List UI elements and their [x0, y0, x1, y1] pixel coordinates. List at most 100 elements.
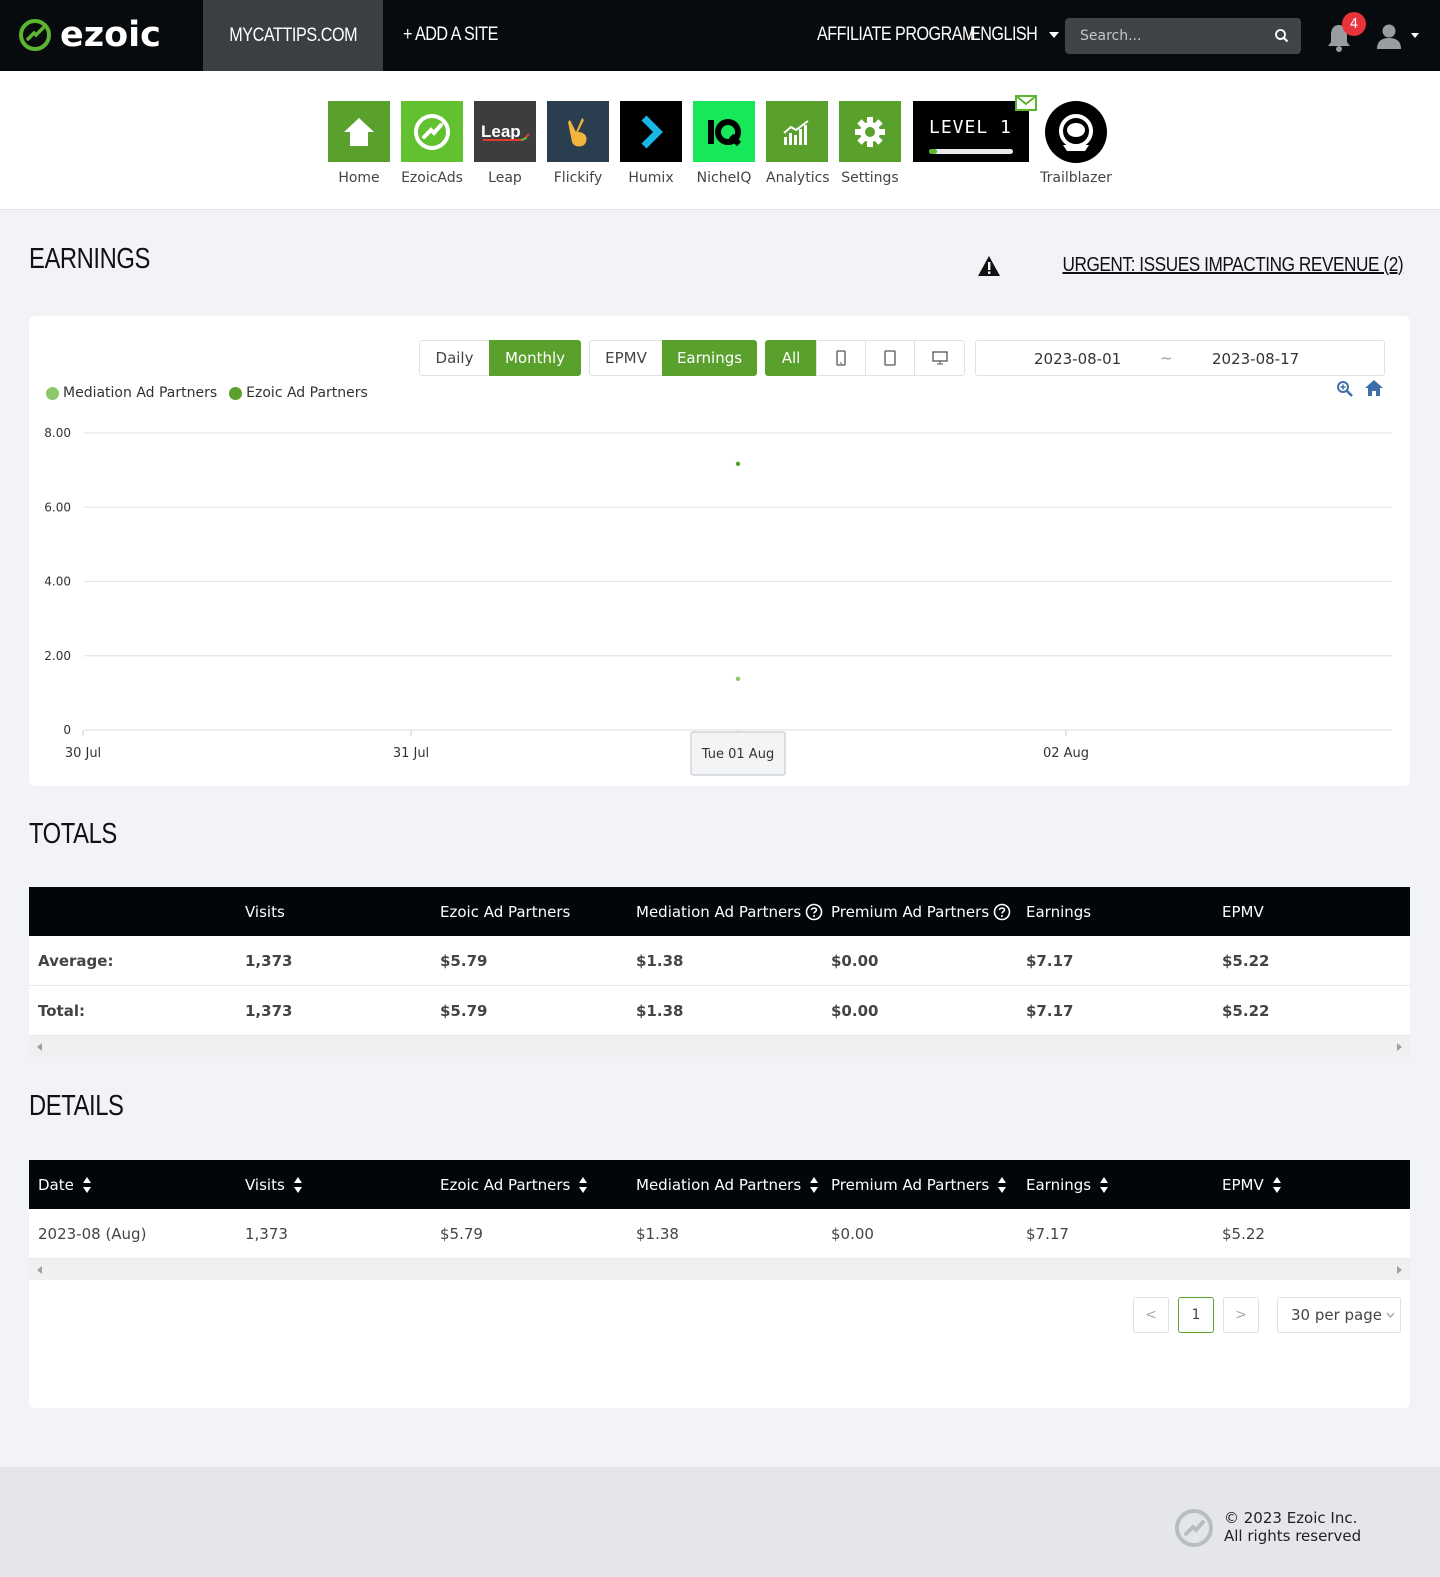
period-toggle: Daily Monthly — [419, 340, 581, 376]
language-label: ENGLISH — [970, 24, 1038, 45]
desktop-icon — [931, 351, 948, 365]
analytics-icon — [783, 119, 809, 145]
scroll-left-arrow-icon[interactable] — [37, 1043, 42, 1051]
table-row: Total: 1,373 $5.79 $1.38 $0.00 $7.17 $5.… — [29, 986, 1410, 1036]
data-point-ezoic-ad-partners[interactable] — [735, 461, 741, 467]
reset-zoom-home-icon[interactable] — [1364, 379, 1384, 397]
trailblazer-badge[interactable] — [1045, 101, 1107, 163]
sort-visits[interactable]: Visits — [245, 1176, 303, 1194]
device-toggle: All — [765, 340, 965, 376]
user-avatar-icon[interactable] — [1376, 22, 1402, 50]
app-label-leap: Leap — [488, 170, 522, 186]
previous-page-button[interactable]: < — [1133, 1297, 1169, 1333]
language-selector[interactable]: ENGLISH — [970, 24, 1060, 46]
sort-earnings[interactable]: Earnings — [1026, 1176, 1109, 1194]
x-tick-label: 30 Jul — [65, 746, 101, 761]
sort-date[interactable]: Date — [38, 1176, 92, 1194]
warning-icon — [977, 255, 1000, 276]
totals-average-mediation: $1.38 — [636, 951, 684, 970]
help-icon[interactable] — [805, 903, 823, 921]
x-axis-tooltip: Tue 01 Aug — [690, 731, 786, 776]
epmv-button[interactable]: EPMV — [589, 340, 663, 376]
leap-app-tile: Leap — [474, 101, 536, 162]
urgent-issues-link[interactable]: URGENT: ISSUES IMPACTING REVENUE (2) — [977, 254, 1403, 277]
data-point-mediation-ad-partners[interactable] — [735, 676, 741, 681]
earnings-button[interactable]: Earnings — [662, 340, 757, 376]
level-text: LEVEL 1 — [929, 117, 1012, 138]
site-tab-label: MYCATTIPS.COM — [229, 24, 357, 46]
legend-label-mediation: Mediation Ad Partners — [63, 385, 218, 401]
site-selector-tab[interactable]: MYCATTIPS.COM — [203, 0, 383, 71]
home-app-tile — [328, 101, 390, 162]
totals-table-header: Visits Ezoic Ad Partners Mediation Ad Pa… — [29, 887, 1410, 936]
search-input[interactable] — [1065, 18, 1265, 54]
details-row-date: 2023-08 (Aug) — [38, 1224, 147, 1243]
desktop-button[interactable] — [914, 340, 965, 376]
gear-icon — [855, 116, 885, 147]
page-1-button[interactable]: 1 — [1178, 1297, 1214, 1333]
add-site-link[interactable]: + ADD A SITE — [403, 24, 515, 46]
details-table-header: Date Visits Ezoic Ad Partners Mediation … — [29, 1160, 1410, 1209]
daily-button[interactable]: Daily — [419, 340, 490, 376]
app-leap[interactable]: Leap Leap — [474, 101, 536, 186]
search-icon[interactable] — [1273, 27, 1291, 45]
sort-mediation[interactable]: Mediation Ad Partners — [636, 1176, 819, 1194]
level-badge[interactable]: LEVEL 1 — [913, 101, 1029, 162]
app-ezoicads[interactable]: EzoicAds — [401, 101, 463, 186]
tablet-button[interactable] — [865, 340, 915, 376]
sort-ezoic[interactable]: Ezoic Ad Partners — [440, 1176, 588, 1194]
y-tick-label: 0 — [63, 723, 71, 737]
totals-average-ezoic: $5.79 — [440, 951, 488, 970]
flickify-app-tile — [547, 101, 609, 162]
date-range-picker[interactable]: 2023-08-01 ~ 2023-08-17 — [975, 340, 1385, 376]
all-devices-button[interactable]: All — [765, 340, 817, 376]
zoom-icon[interactable] — [1336, 380, 1354, 398]
app-flickify[interactable]: Flickify — [547, 101, 609, 186]
app-label-home: Home — [338, 170, 380, 186]
monthly-button[interactable]: Monthly — [489, 340, 581, 376]
ezoic-logo[interactable]: ezoic — [18, 16, 161, 54]
user-menu-chevron-icon[interactable] — [1411, 33, 1419, 38]
legend-item-mediation[interactable]: Mediation Ad Partners — [46, 385, 217, 401]
help-icon[interactable] — [993, 903, 1011, 921]
app-home[interactable]: Home — [328, 101, 390, 186]
totals-average-visits: 1,373 — [245, 951, 293, 970]
ezoic-ads-icon — [414, 113, 450, 150]
metric-toggle: EPMV Earnings — [589, 340, 757, 376]
legend-dot-mediation — [46, 386, 59, 400]
horizontal-scrollbar[interactable] — [29, 1036, 1410, 1057]
totals-header-mediation-label: Mediation Ad Partners — [636, 902, 802, 921]
details-table: Date Visits Ezoic Ad Partners Mediation … — [29, 1160, 1410, 1280]
ezoicads-app-tile — [401, 101, 463, 162]
per-page-label: 30 per page — [1291, 1306, 1383, 1324]
footer-copyright: © 2023 Ezoic Inc. All rights reserved — [1224, 1509, 1361, 1545]
nicheiq-icon — [708, 118, 742, 146]
scroll-right-arrow-icon[interactable] — [1397, 1043, 1402, 1051]
sort-premium[interactable]: Premium Ad Partners — [831, 1176, 1007, 1194]
next-page-button[interactable]: > — [1223, 1297, 1259, 1333]
sort-icon — [579, 1176, 588, 1193]
app-nicheiq[interactable]: NicheIQ — [693, 101, 755, 186]
horizontal-scrollbar[interactable] — [29, 1259, 1410, 1280]
app-settings[interactable]: Settings — [839, 101, 901, 186]
flickify-icon — [568, 117, 587, 146]
totals-total-visits: 1,373 — [245, 1001, 293, 1020]
urgent-issues-text: URGENT: ISSUES IMPACTING REVENUE (2) — [1062, 254, 1403, 276]
scroll-right-arrow-icon[interactable] — [1397, 1266, 1402, 1274]
chevron-down-icon — [1386, 1312, 1395, 1318]
per-page-select[interactable]: 30 per page — [1277, 1297, 1401, 1333]
totals-average-epmv: $5.22 — [1222, 951, 1270, 970]
footer: © 2023 Ezoic Inc. All rights reserved — [0, 1467, 1440, 1577]
totals-total-epmv: $5.22 — [1222, 1001, 1270, 1020]
app-analytics[interactable]: Analytics — [766, 101, 830, 186]
mobile-button[interactable] — [816, 340, 866, 376]
affiliate-label: AFFILIATE PROGRAM — [817, 24, 975, 45]
totals-header-ezoic: Ezoic Ad Partners — [440, 902, 571, 921]
app-humix[interactable]: Humix — [620, 101, 682, 186]
mail-icon[interactable] — [1015, 95, 1037, 111]
legend-item-ezoic[interactable]: Ezoic Ad Partners — [229, 385, 368, 401]
totals-total-label: Total: — [38, 1001, 85, 1020]
rights-text: All rights reserved — [1224, 1527, 1362, 1545]
sort-epmv[interactable]: EPMV — [1222, 1176, 1282, 1194]
scroll-left-arrow-icon[interactable] — [37, 1266, 42, 1274]
